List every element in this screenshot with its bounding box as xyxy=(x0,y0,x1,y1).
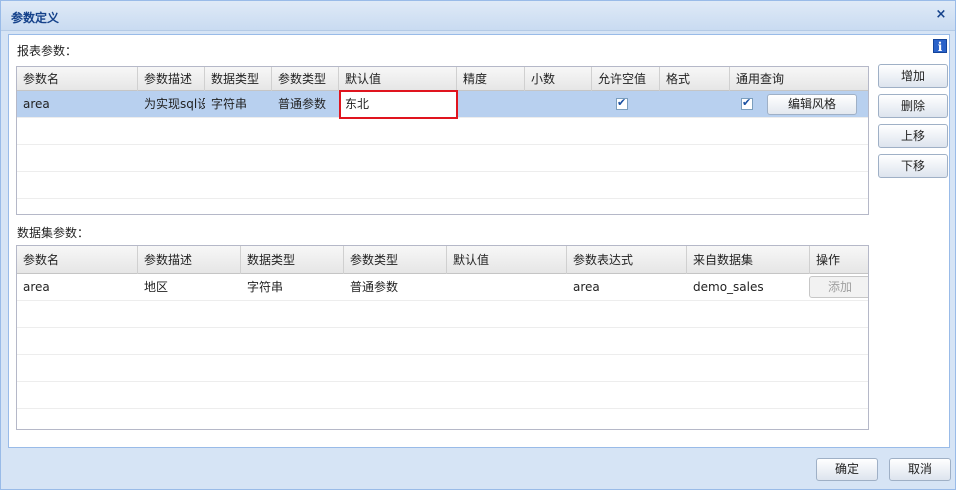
dataset-params-grid: 参数名 参数描述 数据类型 参数类型 默认值 参数表达式 来自数据集 操作 ar… xyxy=(16,245,869,430)
empty-row xyxy=(17,172,868,199)
cell-data-type[interactable]: 字符串 xyxy=(241,274,344,301)
edit-style-button[interactable]: 编辑风格 xyxy=(767,94,857,115)
col-source-dataset[interactable]: 来自数据集 xyxy=(687,246,810,274)
report-params-label: 报表参数： xyxy=(17,44,78,58)
cell-param-name[interactable]: area xyxy=(17,91,138,118)
col-param-name[interactable]: 参数名 xyxy=(17,246,138,274)
allow-null-checkbox[interactable] xyxy=(616,96,628,110)
col-action[interactable]: 操作 xyxy=(810,246,868,274)
empty-row xyxy=(17,382,868,409)
cell-source-dataset[interactable]: demo_sales xyxy=(687,274,810,301)
delete-button[interactable]: 删除 xyxy=(878,94,948,118)
ok-button[interactable]: 确定 xyxy=(816,458,878,481)
col-precision[interactable]: 精度 xyxy=(457,67,525,91)
empty-row xyxy=(17,328,868,355)
cell-default-value[interactable] xyxy=(447,274,567,301)
col-param-desc[interactable]: 参数描述 xyxy=(138,67,205,91)
empty-row xyxy=(17,355,868,382)
move-down-button[interactable]: 下移 xyxy=(878,154,948,178)
move-up-button[interactable]: 上移 xyxy=(878,124,948,148)
cell-param-type[interactable]: 普通参数 xyxy=(344,274,447,301)
col-default-value[interactable]: 默认值 xyxy=(339,67,457,91)
col-param-type[interactable]: 参数类型 xyxy=(272,67,339,91)
col-param-expression[interactable]: 参数表达式 xyxy=(567,246,687,274)
empty-row xyxy=(17,301,868,328)
cell-param-expression[interactable]: area xyxy=(567,274,687,301)
col-format[interactable]: 格式 xyxy=(660,67,730,91)
report-params-grid: 参数名 参数描述 数据类型 参数类型 默认值 精度 小数 允许空值 格式 通用查… xyxy=(16,66,869,215)
info-icon[interactable]: i xyxy=(933,39,947,54)
col-data-type[interactable]: 数据类型 xyxy=(241,246,344,274)
cell-param-type[interactable]: 普通参数 xyxy=(272,91,339,118)
cell-param-name[interactable]: area xyxy=(17,274,138,301)
cell-param-desc[interactable]: 地区 xyxy=(138,274,241,301)
col-decimals[interactable]: 小数 xyxy=(525,67,592,91)
dialog-title: 参数定义 xyxy=(11,11,60,25)
col-param-desc[interactable]: 参数描述 xyxy=(138,246,241,274)
parameter-definition-dialog: 参数定义 × 报表参数： i 参数名 参数描述 数据类型 参数类型 默认值 精度… xyxy=(0,0,956,490)
general-query-checkbox[interactable] xyxy=(741,96,753,110)
add-button[interactable]: 增加 xyxy=(878,64,948,88)
col-allow-null[interactable]: 允许空值 xyxy=(592,67,660,91)
empty-row xyxy=(17,118,868,145)
dialog-body: 报表参数： i 参数名 参数描述 数据类型 参数类型 默认值 精度 小数 允许空… xyxy=(8,34,950,448)
cell-data-type[interactable]: 字符串 xyxy=(205,91,272,118)
report-params-header: 参数名 参数描述 数据类型 参数类型 默认值 精度 小数 允许空值 格式 通用查… xyxy=(17,67,868,91)
add-dataset-param-button[interactable]: 添加 xyxy=(809,276,868,298)
table-row[interactable]: area 地区 字符串 普通参数 area demo_sales 添加 xyxy=(17,274,868,301)
col-param-type[interactable]: 参数类型 xyxy=(344,246,447,274)
cell-param-desc[interactable]: 为实现sql设 xyxy=(138,91,205,118)
default-value-highlight xyxy=(339,90,458,119)
dialog-titlebar: 参数定义 × xyxy=(1,1,955,31)
dataset-params-header: 参数名 参数描述 数据类型 参数类型 默认值 参数表达式 来自数据集 操作 xyxy=(17,246,868,274)
col-default-value[interactable]: 默认值 xyxy=(447,246,567,274)
col-param-name[interactable]: 参数名 xyxy=(17,67,138,91)
dataset-params-label: 数据集参数： xyxy=(17,226,90,240)
col-data-type[interactable]: 数据类型 xyxy=(205,67,272,91)
cancel-button[interactable]: 取消 xyxy=(889,458,951,481)
col-general-query[interactable]: 通用查询 xyxy=(730,67,868,91)
close-icon[interactable]: × xyxy=(933,7,949,23)
empty-row xyxy=(17,145,868,172)
table-row[interactable]: area 为实现sql设 字符串 普通参数 东北 编辑风格 xyxy=(17,90,868,119)
